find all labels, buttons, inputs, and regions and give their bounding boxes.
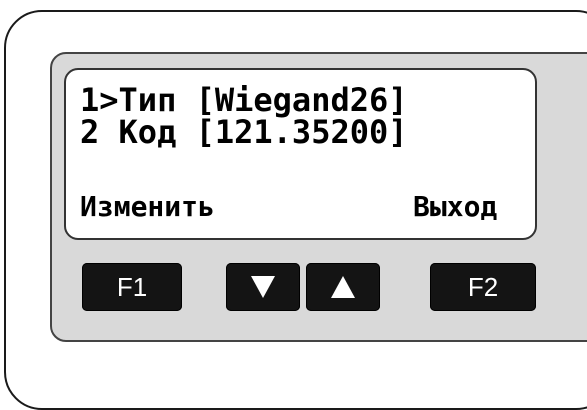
softkey-label-exit: Выход [413,190,498,223]
f1-button[interactable]: F1 [82,263,182,311]
f1-button-label: F1 [116,271,148,302]
up-arrow-button[interactable] [306,263,380,311]
triangle-up-icon [331,276,355,298]
menu-item-code: 2 Код [121.35200] [80,113,408,151]
menu-item-type: 1>Тип [Wiegand26] [80,81,408,119]
triangle-down-icon [251,276,275,298]
f2-button[interactable]: F2 [430,263,536,311]
f2-button-label: F2 [467,271,499,302]
down-arrow-button[interactable] [226,263,300,311]
softkey-label-edit: Изменить [80,190,215,223]
